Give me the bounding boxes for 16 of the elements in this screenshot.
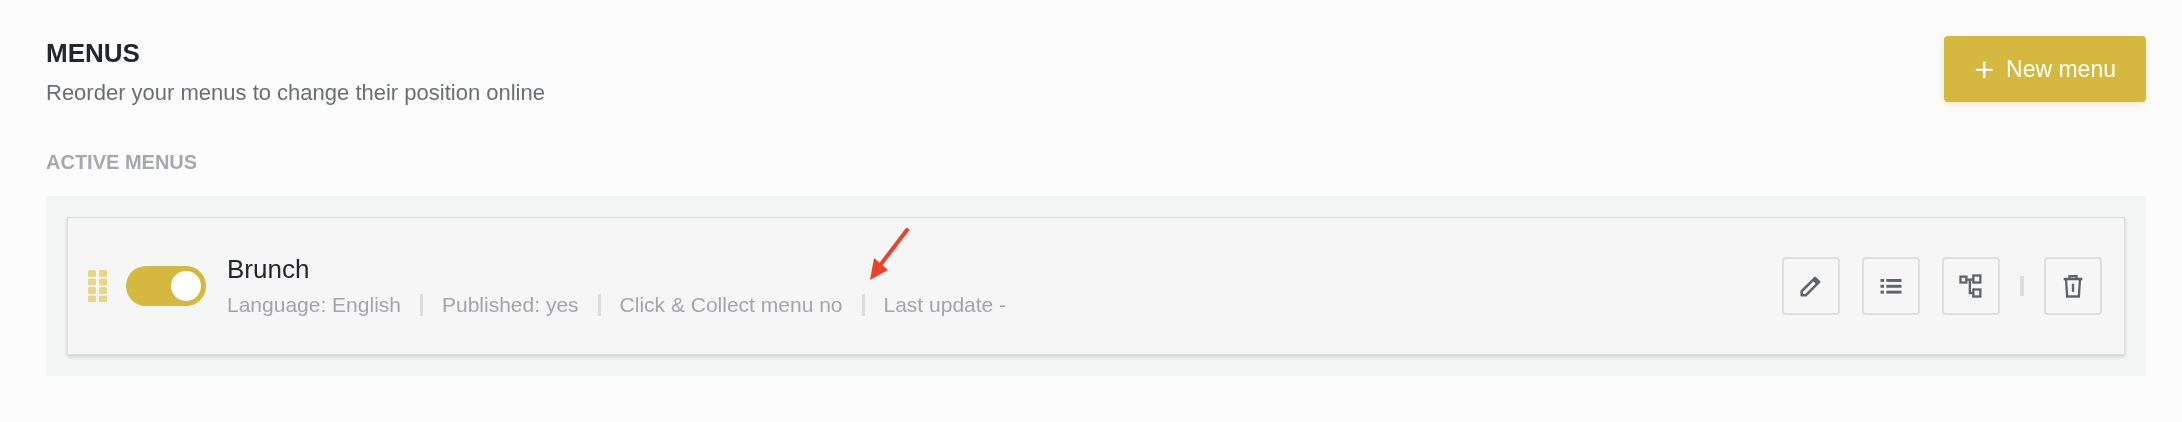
menu-meta-text: Published: yes: [442, 293, 579, 317]
section-title: ACTIVE MENUS: [46, 150, 199, 174]
new-menu-button[interactable]: + New menu: [1944, 36, 2146, 102]
page-subtitle: Reorder your menus to change their position online: [46, 80, 545, 106]
tree-button[interactable]: [1942, 257, 2000, 315]
toggle-switch[interactable]: [126, 266, 206, 306]
menu-meta-text: Last update -: [883, 293, 1007, 317]
page-title: MENUS: [46, 38, 141, 68]
menu-name: Brunch: [227, 255, 310, 283]
tree-icon: [1957, 272, 1985, 300]
list-button[interactable]: [1862, 257, 1920, 315]
drag-handle-icon[interactable]: [88, 270, 108, 302]
menu-meta-text: Click & Collect menu no: [619, 293, 843, 317]
menu-meta-text: Language: English: [227, 293, 401, 317]
edit-button[interactable]: [1782, 257, 1840, 315]
delete-button[interactable]: [2044, 257, 2102, 315]
